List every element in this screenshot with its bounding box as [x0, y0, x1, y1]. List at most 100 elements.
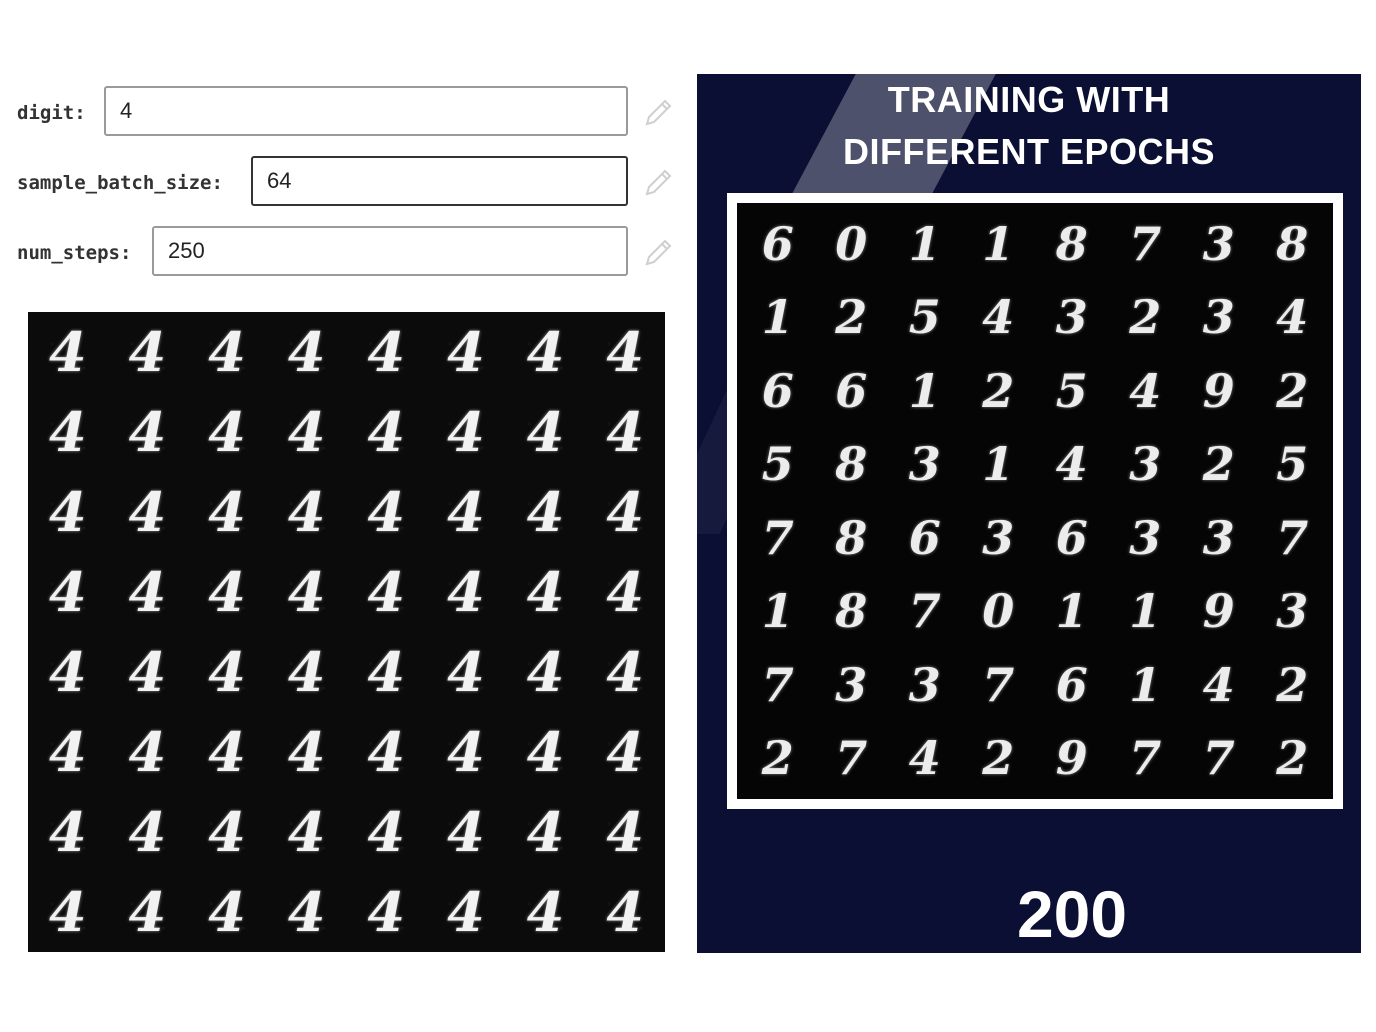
sample-digit: 4	[28, 712, 108, 792]
sample-digit: 4	[426, 552, 506, 632]
sample-digit: 4	[28, 392, 108, 472]
epoch-digit: 7	[1276, 510, 1309, 565]
sample-digit: 4	[346, 872, 427, 952]
epoch-samples-frame: 6011873812543234661254925831432578636337…	[727, 193, 1343, 809]
epoch-digit: 4	[1202, 657, 1235, 712]
epoch-digit: 6	[1055, 657, 1088, 712]
epoch-digit: 3	[1129, 437, 1162, 492]
num-steps-label: num_steps:	[17, 242, 132, 264]
epoch-digit: 4	[982, 290, 1015, 345]
epoch-digit: 3	[835, 657, 868, 712]
sample-digit: 4	[107, 472, 188, 552]
sample-digit: 4	[266, 872, 347, 952]
epoch-digit: 5	[761, 437, 794, 492]
sample-digit: 4	[585, 712, 665, 792]
pencil-icon[interactable]	[641, 96, 675, 130]
sample-digit: 4	[266, 312, 347, 392]
sample-digit: 4	[187, 792, 267, 872]
epoch-digit: 3	[1129, 510, 1162, 565]
epoch-digit: 1	[982, 437, 1015, 492]
epoch-digit: 7	[761, 510, 794, 565]
epoch-digit: 9	[1202, 584, 1235, 639]
sample-digit: 4	[585, 792, 665, 872]
sample-digit: 4	[28, 472, 108, 552]
sample-digit: 4	[585, 632, 665, 712]
epoch-digit: 3	[1202, 510, 1235, 565]
sample-digit: 4	[505, 552, 586, 632]
epoch-digit: 5	[1276, 437, 1309, 492]
sample-digit: 4	[426, 472, 506, 552]
sample-batch-size-row: sample_batch_size:	[17, 156, 223, 210]
epoch-digit: 7	[1129, 216, 1162, 271]
sample-digit: 4	[585, 552, 665, 632]
sample-digit: 4	[346, 552, 427, 632]
sample-digit: 4	[28, 552, 108, 632]
sample-digit: 4	[346, 712, 427, 792]
epoch-digit: 9	[1202, 363, 1235, 418]
sample-digit: 4	[107, 872, 188, 952]
sample-digit: 4	[426, 312, 506, 392]
epoch-digit: 0	[982, 584, 1015, 639]
epoch-digit: 3	[1202, 290, 1235, 345]
generated-samples-grid: 4444444444444444444444444444444444444444…	[28, 312, 665, 952]
epoch-digit: 4	[1276, 290, 1309, 345]
epoch-digit: 2	[835, 290, 868, 345]
epoch-digit: 3	[1276, 584, 1309, 639]
epoch-digit: 1	[761, 290, 794, 345]
epoch-digit: 1	[908, 363, 941, 418]
sample-digit: 4	[28, 632, 108, 712]
sample-digit: 4	[107, 632, 188, 712]
sample-digit: 4	[28, 872, 108, 952]
sample-digit: 4	[505, 792, 586, 872]
pencil-icon[interactable]	[641, 166, 675, 200]
sample-digit: 4	[346, 632, 427, 712]
epoch-digit: 6	[761, 363, 794, 418]
sample-digit: 4	[187, 872, 267, 952]
sample-digit: 4	[266, 472, 347, 552]
sample-digit: 4	[426, 792, 506, 872]
num-steps-input[interactable]	[152, 226, 628, 276]
sample-digit: 4	[346, 312, 427, 392]
sample-digit: 4	[505, 712, 586, 792]
epoch-digit: 4	[1055, 437, 1088, 492]
sample-digit: 4	[426, 632, 506, 712]
epoch-digit: 2	[1276, 363, 1309, 418]
sample-digit: 4	[585, 872, 665, 952]
sample-digit: 4	[505, 392, 586, 472]
epoch-digit: 1	[1055, 584, 1088, 639]
sample-digit: 4	[107, 712, 188, 792]
sample-digit: 4	[187, 552, 267, 632]
sample-digit: 4	[28, 312, 108, 392]
epoch-digit: 8	[835, 584, 868, 639]
sample-digit: 4	[585, 392, 665, 472]
epoch-samples-grid: 6011873812543234661254925831432578636337…	[737, 203, 1333, 799]
epoch-digit: 7	[908, 584, 941, 639]
sample-batch-size-input[interactable]	[251, 156, 628, 206]
poster-title-line1: TRAINING WITH	[887, 79, 1171, 120]
epoch-digit: 7	[1202, 731, 1235, 786]
sample-digit: 4	[107, 392, 188, 472]
epoch-digit: 2	[1276, 657, 1309, 712]
digit-label: digit:	[17, 102, 86, 124]
sample-digit: 4	[585, 312, 665, 392]
sample-digit: 4	[346, 392, 427, 472]
pencil-icon[interactable]	[641, 236, 675, 270]
epoch-digit: 7	[761, 657, 794, 712]
digit-input[interactable]	[104, 86, 628, 136]
epoch-digit: 8	[1276, 216, 1309, 271]
sample-digit: 4	[505, 632, 586, 712]
epoch-digit: 2	[982, 731, 1015, 786]
training-epochs-poster: TRAINING WITH DIFFERENT EPOCHS 601187381…	[697, 74, 1361, 953]
sample-digit: 4	[187, 392, 267, 472]
epoch-digit: 8	[835, 510, 868, 565]
epoch-digit: 1	[761, 584, 794, 639]
sample-digit: 4	[266, 392, 347, 472]
epoch-digit: 7	[982, 657, 1015, 712]
sample-digit: 4	[426, 392, 506, 472]
sample-digit: 4	[107, 552, 188, 632]
epoch-digit: 3	[982, 510, 1015, 565]
epoch-digit: 2	[761, 731, 794, 786]
epoch-digit: 6	[908, 510, 941, 565]
sample-digit: 4	[266, 552, 347, 632]
sample-digit: 4	[585, 472, 665, 552]
